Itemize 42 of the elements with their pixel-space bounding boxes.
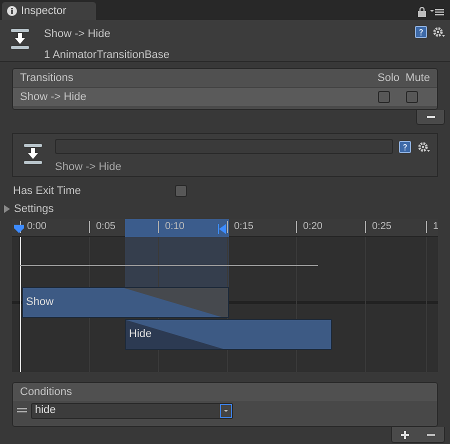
transition-icon [23,143,43,165]
time-tick-label: 0:20 [296,221,322,233]
settings-icon[interactable] [432,26,446,38]
transition-row[interactable]: Show -> Hide [13,87,437,106]
lock-icon[interactable] [418,7,426,17]
parameter-dropdown[interactable]: hide [31,402,233,418]
column-header: Mute [406,70,430,86]
header-subtitle: 1 AnimatorTransitionBase [44,48,171,62]
drag-handle-icon[interactable] [17,408,27,413]
time-tick-label: 0:25 [365,221,392,233]
has-exit-time-label: Has Exit Time [13,184,82,199]
inspector-tab[interactable]: Inspector [2,2,96,20]
help-icon[interactable] [415,26,427,38]
settings-icon[interactable] [417,140,431,152]
add-icon[interactable] [401,430,409,438]
info-icon [7,6,17,16]
has-exit-time-checkbox[interactable] [175,185,187,197]
minus-icon [426,116,434,118]
time-tick-label: 0:15 [227,221,254,233]
header-title: Show -> Hide [44,27,112,42]
settings-foldout[interactable]: Settings [0,201,450,217]
time-tick-label: 0:05 [89,221,116,233]
playhead-marker-icon[interactable] [14,224,24,234]
column-header: Solo [378,70,400,86]
clip-bar[interactable]: Show [22,287,229,318]
clip-bar[interactable]: Hide [125,319,332,350]
minus-icon[interactable] [427,434,435,436]
transitions-title: Transitions [20,70,74,86]
exit-marker-icon[interactable] [218,224,226,234]
timeline-panel[interactable]: 0:00 0:05 0:10 0:15 0:20 0:25 1 Show Hide [12,219,438,372]
time-tick-label: 1 [426,221,438,233]
solo-checkbox[interactable] [378,91,390,103]
transition-name: Show -> Hide [20,90,88,105]
help-icon[interactable] [399,140,411,152]
mute-checkbox[interactable] [406,91,418,103]
conditions-title: Conditions [20,384,72,400]
remove-button[interactable] [416,110,445,125]
time-tick-label: 0:10 [158,221,184,233]
object-caption: Show -> Hide [55,160,122,175]
transition-icon [10,28,30,50]
menu-icon[interactable] [430,8,444,16]
foldout-arrow-icon [3,205,11,213]
